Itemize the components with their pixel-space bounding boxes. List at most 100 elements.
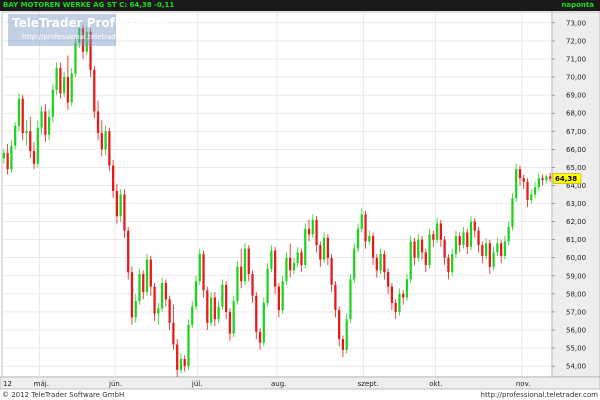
- x-tick-label: jún.: [108, 380, 122, 388]
- candle-up: [270, 250, 273, 269]
- y-tick-label: 58,00: [566, 290, 586, 298]
- candle-down: [153, 286, 156, 314]
- candle-up: [451, 254, 454, 273]
- candle-up: [194, 281, 198, 307]
- candle-down: [390, 286, 394, 303]
- candle-down: [420, 239, 424, 253]
- candle-up: [533, 187, 537, 195]
- candle-down: [32, 151, 36, 164]
- candle-down: [123, 194, 126, 231]
- candle-down: [522, 178, 525, 182]
- candle-up: [74, 42, 77, 74]
- candlestick-chart: 54,00 55,00 56,00 57,00 58,00 59,00 60,00 61,00…: [0, 11, 600, 390]
- candle-down: [413, 241, 416, 258]
- candle-down: [96, 111, 100, 134]
- watermark-logo: TeleTrader Professional http://professio…: [8, 14, 170, 46]
- candle-up: [63, 77, 66, 94]
- candle-down: [548, 176, 552, 179]
- candle-up: [157, 308, 160, 314]
- candle-up: [187, 324, 190, 367]
- y-tick-label: 73,00: [566, 19, 586, 27]
- candle-up: [17, 98, 21, 126]
- candle-down: [142, 274, 145, 293]
- candle-down: [526, 181, 529, 200]
- candle-up: [145, 259, 149, 293]
- candle-up: [360, 214, 363, 229]
- candle-down: [375, 257, 378, 271]
- candle-up: [191, 306, 194, 325]
- candle-down: [458, 236, 461, 246]
- y-tick-label: 55,00: [566, 345, 586, 353]
- y-tick-label: 68,00: [566, 110, 586, 118]
- candle-down: [130, 272, 134, 318]
- candle-up: [232, 301, 235, 334]
- candle-up: [484, 243, 488, 256]
- candle-down: [206, 290, 209, 323]
- candle-down: [338, 310, 341, 340]
- x-axis-panel: [0, 376, 600, 390]
- footer-url: http://professional.teletrader.com: [480, 391, 598, 399]
- candle-up: [40, 111, 43, 128]
- y-tick-label: 66,00: [566, 146, 586, 154]
- y-tick-label: 57,00: [566, 308, 586, 316]
- x-tick-label: máj.: [34, 380, 49, 388]
- watermark-brand: TeleTrader Professional: [12, 16, 171, 30]
- x-tick-label: okt.: [429, 380, 442, 388]
- candle-down: [172, 322, 175, 345]
- candle-down: [127, 230, 130, 273]
- candle-down: [300, 252, 303, 265]
- candle-up: [515, 169, 518, 199]
- candle-down: [443, 239, 446, 258]
- candle-down: [481, 245, 484, 256]
- candle-down: [466, 232, 469, 247]
- y-tick-label: 59,00: [566, 272, 586, 280]
- candle-down: [66, 77, 70, 103]
- candle-up: [104, 131, 107, 150]
- candle-down: [183, 358, 186, 367]
- candle-down: [164, 283, 167, 300]
- candle-up: [262, 302, 265, 343]
- y-tick-label: 72,00: [566, 37, 586, 45]
- y-tick-label: 61,00: [566, 236, 586, 244]
- candle-up: [47, 116, 51, 135]
- candle-down: [100, 133, 103, 150]
- footer-copyright: © 2012 TeleTrader Software GmbH: [2, 391, 125, 399]
- candle-up: [2, 152, 6, 159]
- candle-up: [345, 319, 348, 350]
- y-tick-label: 69,00: [566, 92, 586, 100]
- y-tick-label: 65,00: [566, 164, 586, 172]
- candle-up: [304, 228, 307, 265]
- x-tick-label: szept.: [358, 380, 379, 388]
- candle-down: [541, 178, 544, 181]
- candle-down: [500, 243, 503, 256]
- candle-down: [202, 254, 205, 291]
- candle-up: [217, 306, 220, 320]
- candle-down: [319, 245, 322, 260]
- candle-down: [277, 286, 281, 311]
- candle-down: [168, 299, 171, 323]
- last-price-label: 64,38: [555, 175, 577, 183]
- candle-down: [240, 266, 243, 282]
- candle-up: [296, 252, 299, 264]
- candle-down: [213, 297, 216, 320]
- candle-down: [225, 284, 228, 312]
- y-axis-panel: [551, 11, 600, 378]
- candle-up: [311, 219, 314, 235]
- candle-down: [255, 295, 258, 332]
- candle-up: [70, 73, 73, 103]
- candle-down: [258, 331, 262, 343]
- y-tick-label: 54,00: [566, 363, 586, 371]
- candle-down: [115, 190, 119, 217]
- candle-up: [469, 221, 473, 247]
- candle-up: [119, 194, 122, 217]
- watermark-url: http://professional.teletrader.com: [22, 33, 140, 41]
- candle-down: [477, 230, 480, 246]
- candle-up: [266, 268, 269, 303]
- y-tick-label: 70,00: [566, 74, 586, 82]
- candle-down: [341, 339, 345, 350]
- candle-down: [307, 228, 311, 235]
- candle-up: [160, 283, 164, 309]
- candle-up: [353, 248, 356, 280]
- candle-down: [315, 219, 318, 246]
- candle-up: [285, 257, 288, 282]
